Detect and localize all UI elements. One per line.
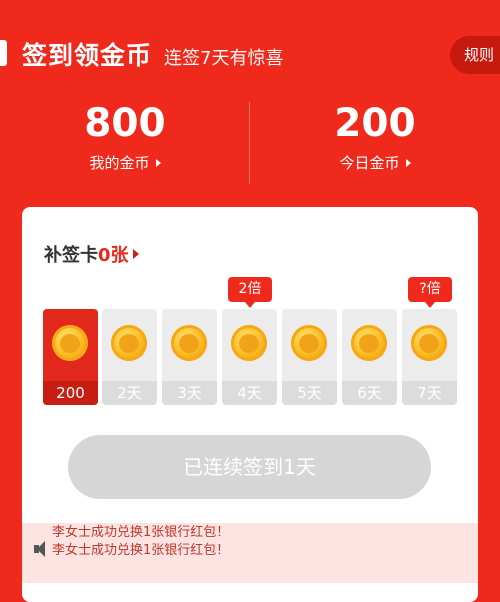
chevron-right-icon bbox=[132, 249, 139, 259]
day-label: 2天 bbox=[102, 381, 157, 405]
coin-icon bbox=[171, 325, 207, 361]
coin-icon bbox=[231, 325, 267, 361]
page-subtitle: 连签7天有惊喜 bbox=[164, 48, 284, 69]
multiplier-badge-day-7: ?倍 bbox=[408, 277, 452, 308]
announcement-ticker: 李女士成功兑换1张银行红包！ 李女士成功兑换1张银行红包！ bbox=[22, 523, 478, 583]
ticker-line: 李女士成功兑换1张银行红包！ bbox=[52, 543, 230, 558]
today-coins-stat[interactable]: 200 今日金币 bbox=[250, 100, 500, 173]
day-7[interactable]: 7天 bbox=[402, 309, 457, 405]
day-label: 200 bbox=[43, 381, 98, 405]
day-label: 3天 bbox=[162, 381, 217, 405]
day-2[interactable]: 2天 bbox=[102, 309, 157, 405]
multiplier-badge-day-4: 2倍 bbox=[228, 277, 272, 308]
day-label: 5天 bbox=[282, 381, 337, 405]
checkin-button[interactable]: 已连续签到1天 bbox=[68, 435, 431, 499]
supplement-card-count: 0张 bbox=[98, 245, 129, 266]
my-coins-label: 我的金币 bbox=[89, 154, 150, 172]
day-5[interactable]: 5天 bbox=[282, 309, 337, 405]
page-title: 签到领金币 bbox=[22, 41, 153, 70]
day-label: 6天 bbox=[342, 381, 397, 405]
rules-button[interactable]: 规则 bbox=[450, 36, 500, 74]
chevron-right-icon bbox=[155, 159, 161, 167]
supplement-card-label: 补签卡 bbox=[44, 245, 98, 266]
day-6[interactable]: 6天 bbox=[342, 309, 397, 405]
coin-icon bbox=[411, 325, 447, 361]
coin-icon bbox=[351, 325, 387, 361]
day-4[interactable]: 4天 bbox=[222, 309, 277, 405]
coin-icon bbox=[291, 325, 327, 361]
day-1[interactable]: 200 bbox=[43, 309, 98, 405]
today-coins-label: 今日金币 bbox=[339, 154, 400, 172]
chevron-right-icon bbox=[405, 159, 411, 167]
my-coins-value: 800 bbox=[84, 101, 166, 146]
my-coins-stat[interactable]: 800 我的金币 bbox=[0, 100, 250, 173]
ticker-line: 李女士成功兑换1张银行红包！ bbox=[52, 525, 230, 540]
coin-icon bbox=[52, 325, 88, 361]
day-3[interactable]: 3天 bbox=[162, 309, 217, 405]
day-label: 4天 bbox=[222, 381, 277, 405]
coin-icon bbox=[111, 325, 147, 361]
checkin-card: 补签卡0张 200 2天 3天 4天 5天 6天 7天 2倍 ?倍 已连续签到1… bbox=[22, 207, 478, 602]
day-label: 7天 bbox=[402, 381, 457, 405]
back-tab[interactable] bbox=[0, 40, 7, 66]
today-coins-value: 200 bbox=[334, 101, 416, 146]
supplement-card-link[interactable]: 补签卡0张 bbox=[44, 241, 139, 267]
